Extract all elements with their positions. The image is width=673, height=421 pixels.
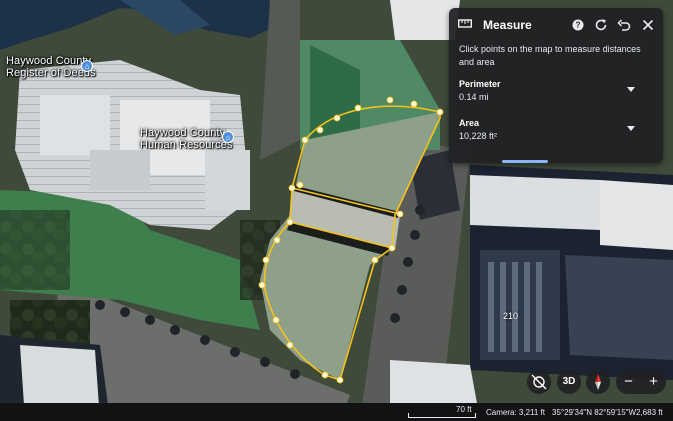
svg-text:?: ?: [576, 21, 581, 30]
zoom-controls: − +: [616, 370, 666, 394]
orbit-icon: [531, 374, 547, 390]
measure-instructions: Click points on the map to measure dista…: [459, 44, 641, 67]
measure-title: Measure: [483, 18, 532, 32]
zoom-in-button[interactable]: +: [641, 370, 666, 394]
perimeter-label: Perimeter: [459, 79, 501, 89]
undo-icon[interactable]: [616, 17, 632, 33]
government-building-icon[interactable]: ⌂: [81, 60, 93, 72]
perimeter-dropdown[interactable]: Perimeter 0.14 mi: [459, 79, 655, 109]
area-label: Area: [459, 118, 480, 128]
camera-altitude: Camera: 3,211 ft: [486, 408, 545, 417]
compass-icon: [595, 374, 601, 390]
cursor-coordinates: 35°29'34"N 82°59'15"W: [552, 408, 637, 417]
compass-button[interactable]: [586, 370, 610, 394]
help-icon[interactable]: ?: [570, 17, 586, 33]
orbit-button[interactable]: [527, 370, 551, 394]
perimeter-value: 0.14 mi: [459, 92, 489, 102]
ground-elevation: 2,683 ft: [636, 408, 663, 417]
government-building-icon[interactable]: ⌂: [222, 131, 234, 143]
place-label-line: Human Resources: [140, 139, 233, 151]
caret-down-icon: [627, 126, 635, 131]
place-label-human-resources[interactable]: Haywood County Human Resources: [140, 127, 233, 151]
area-dropdown[interactable]: Area 10,228 ft²: [459, 118, 655, 148]
place-label-line: Haywood County: [140, 127, 226, 139]
area-value: 10,228 ft²: [459, 131, 498, 141]
status-bar: 70 ft Camera: 3,211 ft 35°29'34"N 82°59'…: [0, 403, 673, 421]
zoom-out-button[interactable]: −: [616, 370, 641, 394]
measure-panel-header: Measure ?: [449, 8, 663, 42]
panel-scroll-indicator: [502, 160, 548, 163]
caret-down-icon: [627, 87, 635, 92]
building-number-label: 210: [503, 311, 519, 321]
measure-panel: Measure ? Click points on the map to mea…: [449, 8, 663, 163]
view-3d-button[interactable]: 3D: [557, 370, 581, 394]
scale-label: 70 ft: [456, 405, 472, 414]
ruler-icon: [458, 19, 472, 28]
close-icon[interactable]: [640, 17, 656, 33]
refresh-icon[interactable]: [593, 17, 609, 33]
